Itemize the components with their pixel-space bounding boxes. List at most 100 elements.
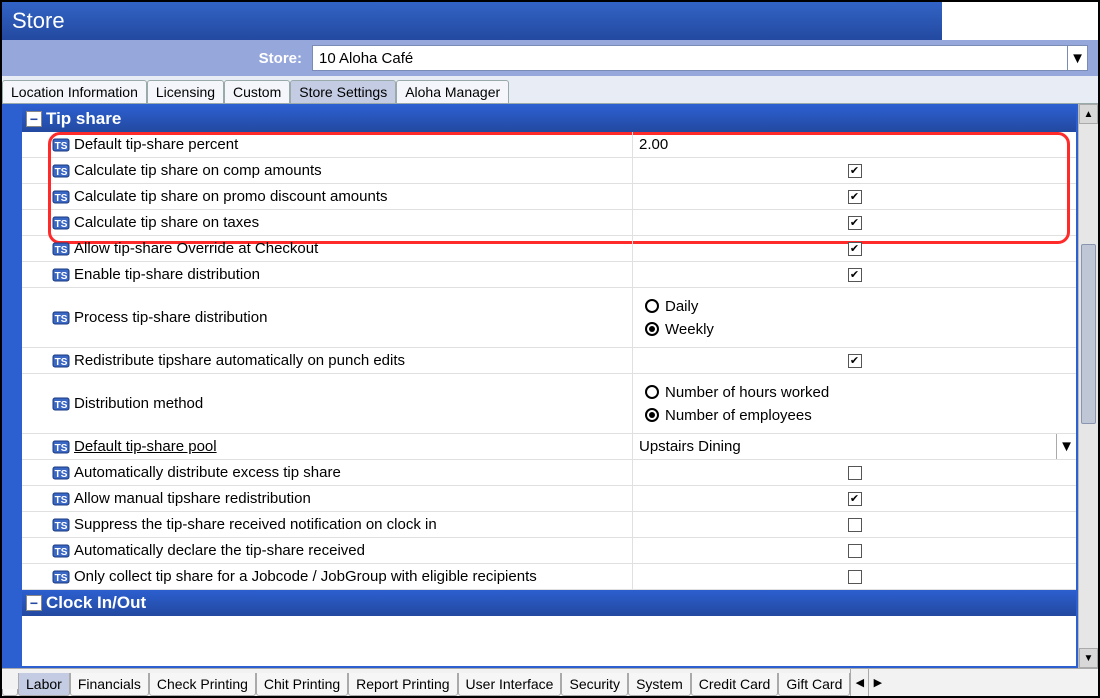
checkbox-manual-redis[interactable]: ✔: [848, 492, 862, 506]
checkbox-auto-excess[interactable]: [848, 466, 862, 480]
row-label: Allow tip-share Override at Checkout: [74, 240, 318, 257]
ts-icon: TS: [52, 438, 70, 456]
ts-icon: TS: [52, 395, 70, 413]
row-label: Only collect tip share for a Jobcode / J…: [74, 568, 537, 585]
scroll-up-icon[interactable]: ▲: [1079, 104, 1098, 124]
dropdown-arrow-icon: ▼: [1067, 46, 1087, 70]
btab-report-printing[interactable]: Report Printing: [348, 673, 457, 696]
row-comp-amounts: TS Calculate tip share on comp amounts ✔: [22, 158, 1076, 184]
svg-text:TS: TS: [55, 573, 68, 584]
row-promo-discount: TS Calculate tip share on promo discount…: [22, 184, 1076, 210]
svg-text:TS: TS: [55, 219, 68, 230]
dropdown-arrow-icon: ▼: [1056, 434, 1076, 459]
radio-hours-worked[interactable]: Number of hours worked: [645, 384, 1076, 401]
top-tab-bar: Location Information Licensing Custom St…: [2, 76, 1098, 104]
row-override-checkout: TS Allow tip-share Override at Checkout …: [22, 236, 1076, 262]
row-label: Default tip-share percent: [74, 136, 238, 153]
radio-weekly[interactable]: Weekly: [645, 321, 1076, 338]
checkbox-override[interactable]: ✔: [848, 242, 862, 256]
row-taxes: TS Calculate tip share on taxes ✔: [22, 210, 1076, 236]
checkbox-only-collect[interactable]: [848, 570, 862, 584]
row-label: Automatically declare the tip-share rece…: [74, 542, 365, 559]
default-tipshare-value[interactable]: 2.00: [632, 132, 1076, 157]
btab-labor[interactable]: Labor: [18, 673, 70, 696]
row-label: Allow manual tipshare redistribution: [74, 490, 311, 507]
btab-credit-card[interactable]: Credit Card: [691, 673, 779, 696]
tab-store-settings[interactable]: Store Settings: [290, 80, 396, 103]
default-pool-dropdown[interactable]: Upstairs Dining ▼: [632, 434, 1076, 459]
tab-location-information[interactable]: Location Information: [2, 80, 147, 103]
checkbox-taxes[interactable]: ✔: [848, 216, 862, 230]
tab-aloha-manager[interactable]: Aloha Manager: [396, 80, 509, 103]
ts-icon: TS: [52, 464, 70, 482]
row-label: Calculate tip share on comp amounts: [74, 162, 322, 179]
btab-check-printing[interactable]: Check Printing: [149, 673, 256, 696]
ts-icon: TS: [52, 352, 70, 370]
ts-icon: TS: [52, 136, 70, 154]
row-auto-excess: TS Automatically distribute excess tip s…: [22, 460, 1076, 486]
row-redistribute-punch: TS Redistribute tipshare automatically o…: [22, 348, 1076, 374]
ts-icon: TS: [52, 568, 70, 586]
collapse-icon[interactable]: −: [26, 111, 42, 127]
tab-scroll-left-icon[interactable]: ◀: [850, 669, 868, 696]
svg-text:TS: TS: [55, 521, 68, 532]
row-default-pool: TS Default tip-share pool Upstairs Dinin…: [22, 434, 1076, 460]
btab-system[interactable]: System: [628, 673, 691, 696]
ts-icon: TS: [52, 214, 70, 232]
radio-num-employees[interactable]: Number of employees: [645, 407, 1076, 424]
row-label: Enable tip-share distribution: [74, 266, 260, 283]
row-suppress-notif: TS Suppress the tip-share received notif…: [22, 512, 1076, 538]
checkbox-redistribute[interactable]: ✔: [848, 354, 862, 368]
ts-icon: TS: [52, 516, 70, 534]
section-tip-share-header[interactable]: − Tip share: [22, 106, 1076, 132]
row-only-collect: TS Only collect tip share for a Jobcode …: [22, 564, 1076, 590]
svg-text:TS: TS: [55, 245, 68, 256]
store-dropdown-value: 10 Aloha Café: [319, 50, 413, 67]
store-dropdown[interactable]: 10 Aloha Café ▼: [312, 45, 1088, 71]
ts-icon: TS: [52, 490, 70, 508]
btab-security[interactable]: Security: [561, 673, 628, 696]
svg-text:TS: TS: [55, 167, 68, 178]
section-clock-in-out-header[interactable]: − Clock In/Out: [22, 590, 1076, 616]
ts-icon: TS: [52, 240, 70, 258]
row-label: Process tip-share distribution: [74, 309, 267, 326]
ts-icon: TS: [52, 162, 70, 180]
svg-text:TS: TS: [55, 193, 68, 204]
store-selector-row: Store: 10 Aloha Café ▼: [2, 40, 1098, 76]
scroll-down-icon[interactable]: ▼: [1079, 648, 1098, 668]
row-label: Calculate tip share on promo discount am…: [74, 188, 388, 205]
row-label: Automatically distribute excess tip shar…: [74, 464, 341, 481]
btab-gift-card[interactable]: Gift Card: [778, 673, 850, 696]
row-label[interactable]: Default tip-share pool: [74, 438, 217, 455]
header-right-blank: [942, 2, 1098, 40]
tab-scroll-right-icon[interactable]: ▶: [868, 669, 886, 696]
btab-user-interface[interactable]: User Interface: [458, 673, 562, 696]
settings-content: − Tip share TS Default tip-share percent…: [22, 104, 1078, 668]
tab-licensing[interactable]: Licensing: [147, 80, 224, 103]
tab-custom[interactable]: Custom: [224, 80, 290, 103]
checkbox-auto-declare[interactable]: [848, 544, 862, 558]
left-gutter: [2, 104, 22, 668]
radio-daily[interactable]: Daily: [645, 298, 1076, 315]
row-label: Distribution method: [74, 395, 203, 412]
row-auto-declare: TS Automatically declare the tip-share r…: [22, 538, 1076, 564]
section-title: Tip share: [46, 109, 121, 129]
row-distribution-method: TS Distribution method Number of hours w…: [22, 374, 1076, 434]
checkbox-comp[interactable]: ✔: [848, 164, 862, 178]
ts-icon: TS: [52, 266, 70, 284]
row-enable-distribution: TS Enable tip-share distribution ✔: [22, 262, 1076, 288]
checkbox-promo[interactable]: ✔: [848, 190, 862, 204]
vertical-scrollbar[interactable]: ▲ ▼: [1078, 104, 1098, 668]
section-title: Clock In/Out: [46, 593, 146, 613]
row-process-distribution: TS Process tip-share distribution Daily …: [22, 288, 1076, 348]
checkbox-enable-dist[interactable]: ✔: [848, 268, 862, 282]
row-default-tipshare-percent: TS Default tip-share percent 2.00: [22, 132, 1076, 158]
window-title: Store: [2, 2, 942, 40]
store-label: Store:: [12, 50, 312, 67]
checkbox-suppress-notif[interactable]: [848, 518, 862, 532]
collapse-icon[interactable]: −: [26, 595, 42, 611]
btab-financials[interactable]: Financials: [70, 673, 149, 696]
scroll-thumb[interactable]: [1081, 244, 1096, 424]
btab-chit-printing[interactable]: Chit Printing: [256, 673, 348, 696]
btab-order-entry[interactable]: [2, 689, 18, 696]
